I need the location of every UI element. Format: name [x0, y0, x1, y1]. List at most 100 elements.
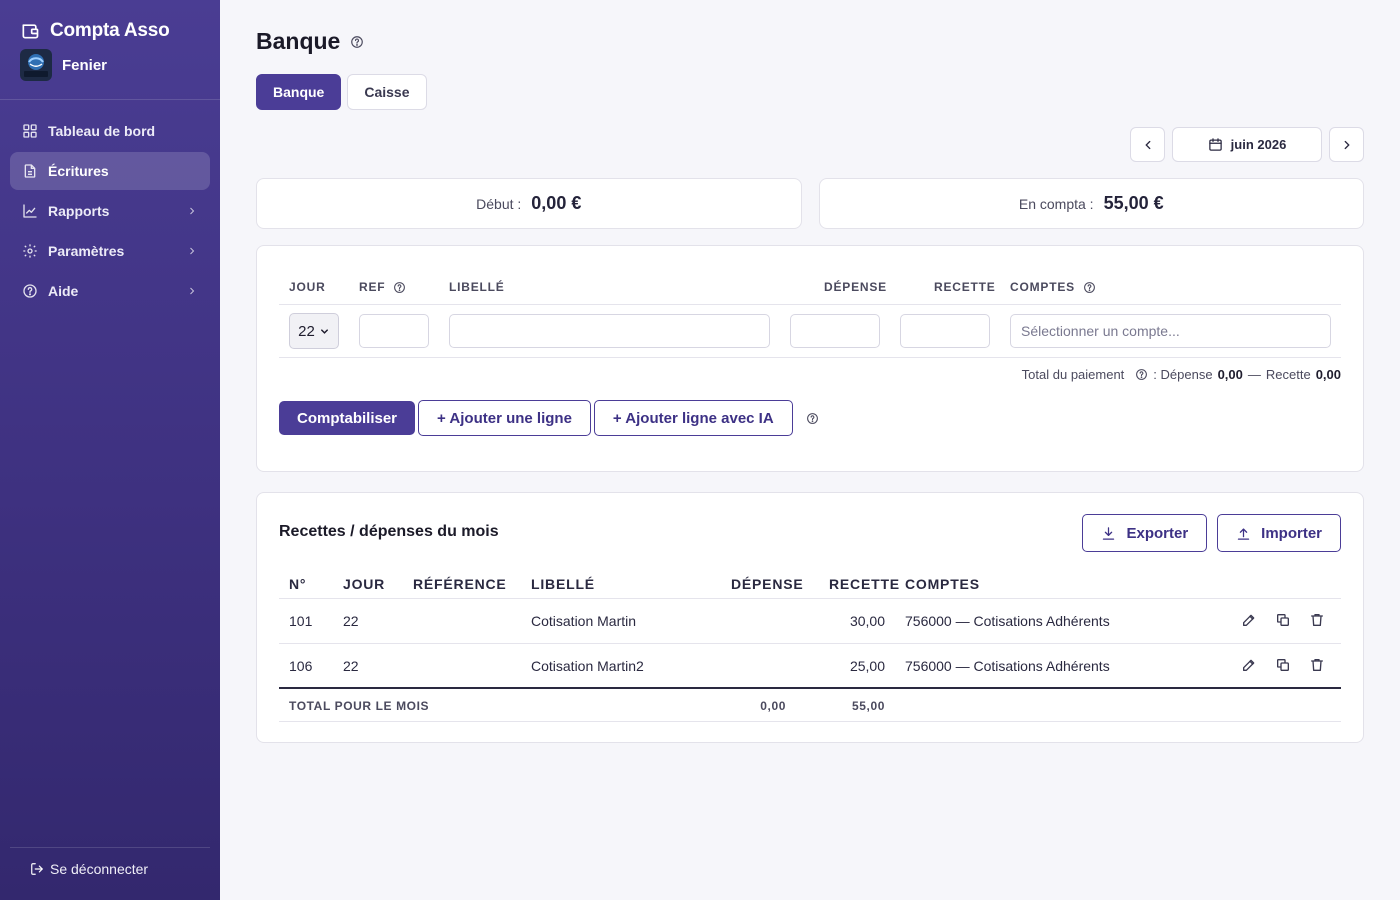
row-actions: [1241, 612, 1325, 628]
sidebar-divider: [10, 847, 210, 848]
help-icon[interactable]: [393, 281, 406, 294]
row-account: 756000 — Cotisations Adhérents: [905, 613, 1110, 629]
entry-form-header: JOUR REF LIBELLÉ DÉPENSE RECETTE COMPTES: [279, 276, 1341, 304]
help-icon[interactable]: [350, 35, 364, 49]
tab-caisse[interactable]: Caisse: [347, 74, 427, 110]
table-row[interactable]: 101 22 Cotisation Martin 30,00 756000 — …: [279, 599, 1341, 644]
sidebar-item-label: Rapports: [48, 203, 110, 219]
transactions-card: Recettes / dépenses du mois Exporter Imp…: [256, 492, 1364, 743]
sidebar-item-label: Aide: [48, 283, 79, 299]
sidebar-item-label: Paramètres: [48, 243, 125, 259]
previous-month-button[interactable]: [1130, 127, 1165, 162]
edit-icon[interactable]: [1241, 612, 1257, 628]
totals-income-label: Recette: [1265, 367, 1311, 382]
expense-input[interactable]: [790, 314, 880, 348]
col-expense: DÉPENSE: [731, 576, 804, 592]
month-label: juin 2026: [1230, 137, 1287, 152]
add-line-button[interactable]: + Ajouter une ligne: [418, 400, 591, 436]
account-select-placeholder: Sélectionner un compte...: [1021, 323, 1180, 339]
header-ref: REF: [359, 280, 406, 294]
header-expense: DÉPENSE: [824, 280, 887, 294]
chart-line-icon: [22, 203, 38, 219]
add-line-ai-button[interactable]: + Ajouter ligne avec IA: [593, 400, 793, 436]
org-switcher[interactable]: Fenier: [20, 49, 107, 81]
divider: [279, 357, 1341, 358]
page-title: Banque: [256, 28, 341, 54]
header-label: LIBELLÉ: [449, 280, 505, 294]
label-input[interactable]: [449, 314, 770, 348]
row-num: 106: [289, 658, 313, 674]
col-income: RECETTE: [829, 576, 900, 592]
payment-totals: Total du paiement : Dépense 0,00 — Recet…: [1022, 367, 1341, 382]
duplicate-icon[interactable]: [1275, 657, 1291, 673]
header-income: RECETTE: [934, 280, 996, 294]
table-footer: TOTAL POUR LE MOIS 0,00 55,00: [279, 689, 1341, 722]
import-label: Importer: [1261, 524, 1322, 542]
balance-summary: Début : 0,00 € En compta : 55,00 €: [256, 178, 1364, 229]
comptabiliser-button[interactable]: Comptabiliser: [279, 401, 416, 435]
sidebar-divider: [0, 99, 220, 100]
entry-actions: Comptabiliser + Ajouter une ligne + Ajou…: [279, 400, 819, 436]
logout-icon: [30, 862, 44, 876]
sidebar-item-entries[interactable]: Écritures: [10, 152, 210, 190]
start-balance-value: 0,00 €: [531, 193, 582, 213]
trash-icon[interactable]: [1309, 612, 1325, 628]
brand[interactable]: Compta Asso: [20, 20, 170, 42]
totals-expense-value: 0,00: [1217, 367, 1243, 382]
logout-label: Se déconnecter: [50, 861, 149, 877]
sidebar-nav: Tableau de bord Écritures Rapports Param…: [10, 112, 210, 312]
compta-balance-value: 55,00 €: [1103, 193, 1164, 213]
footer-expense: 0,00: [760, 699, 786, 713]
edit-icon[interactable]: [1241, 657, 1257, 673]
next-month-button[interactable]: [1329, 127, 1364, 162]
col-label: LIBELLÉ: [531, 576, 595, 592]
day-select[interactable]: 22: [289, 313, 339, 349]
account-select[interactable]: Sélectionner un compte...: [1010, 314, 1331, 348]
month-picker[interactable]: juin 2026: [1172, 127, 1322, 162]
col-num: N°: [289, 576, 307, 592]
duplicate-icon[interactable]: [1275, 612, 1291, 628]
sidebar-item-settings[interactable]: Paramètres: [10, 232, 210, 270]
sidebar-item-help[interactable]: Aide: [10, 272, 210, 310]
row-day: 22: [343, 613, 359, 629]
row-day: 22: [343, 658, 359, 674]
footer-label: TOTAL POUR LE MOIS: [289, 699, 430, 713]
chevron-right-icon: [186, 285, 198, 297]
import-button[interactable]: Importer: [1217, 514, 1341, 552]
ref-input[interactable]: [359, 314, 429, 348]
app-name: Compta Asso: [50, 20, 170, 41]
download-icon: [1101, 526, 1116, 541]
totals-income-value: 0,00: [1315, 367, 1341, 382]
chevron-right-icon: [186, 245, 198, 257]
org-logo: [20, 49, 52, 81]
sidebar-item-reports[interactable]: Rapports: [10, 192, 210, 230]
header-day: JOUR: [289, 280, 326, 294]
trash-icon[interactable]: [1309, 657, 1325, 673]
help-icon[interactable]: [1083, 281, 1096, 294]
help-icon[interactable]: [806, 412, 819, 425]
totals-separator: —: [1247, 367, 1261, 382]
account-tabs: Banque Caisse: [256, 74, 427, 110]
upload-icon: [1236, 526, 1251, 541]
help-icon[interactable]: [1135, 368, 1148, 381]
col-accounts: COMPTES: [905, 576, 980, 592]
start-balance-card: Début : 0,00 €: [256, 178, 802, 229]
chevron-down-icon: [319, 326, 330, 337]
sidebar-item-dashboard[interactable]: Tableau de bord: [10, 112, 210, 150]
header-accounts: COMPTES: [1010, 280, 1096, 294]
income-input[interactable]: [900, 314, 990, 348]
day-select-value: 22: [298, 322, 315, 340]
table-row[interactable]: 106 22 Cotisation Martin2 25,00 756000 —…: [279, 644, 1341, 689]
tab-banque[interactable]: Banque: [256, 74, 342, 110]
calendar-icon: [1208, 137, 1223, 152]
page-header: Banque: [256, 28, 364, 55]
logout-button[interactable]: Se déconnecter: [30, 861, 148, 877]
dashboard-icon: [22, 123, 38, 139]
export-label: Exporter: [1126, 524, 1189, 542]
period-selector: juin 2026: [1130, 127, 1364, 162]
row-income: 25,00: [849, 658, 885, 674]
row-label: Cotisation Martin2: [531, 658, 644, 674]
transactions-title: Recettes / dépenses du mois: [279, 523, 499, 540]
export-button[interactable]: Exporter: [1082, 514, 1208, 552]
totals-expense-label: : Dépense: [1153, 367, 1213, 382]
